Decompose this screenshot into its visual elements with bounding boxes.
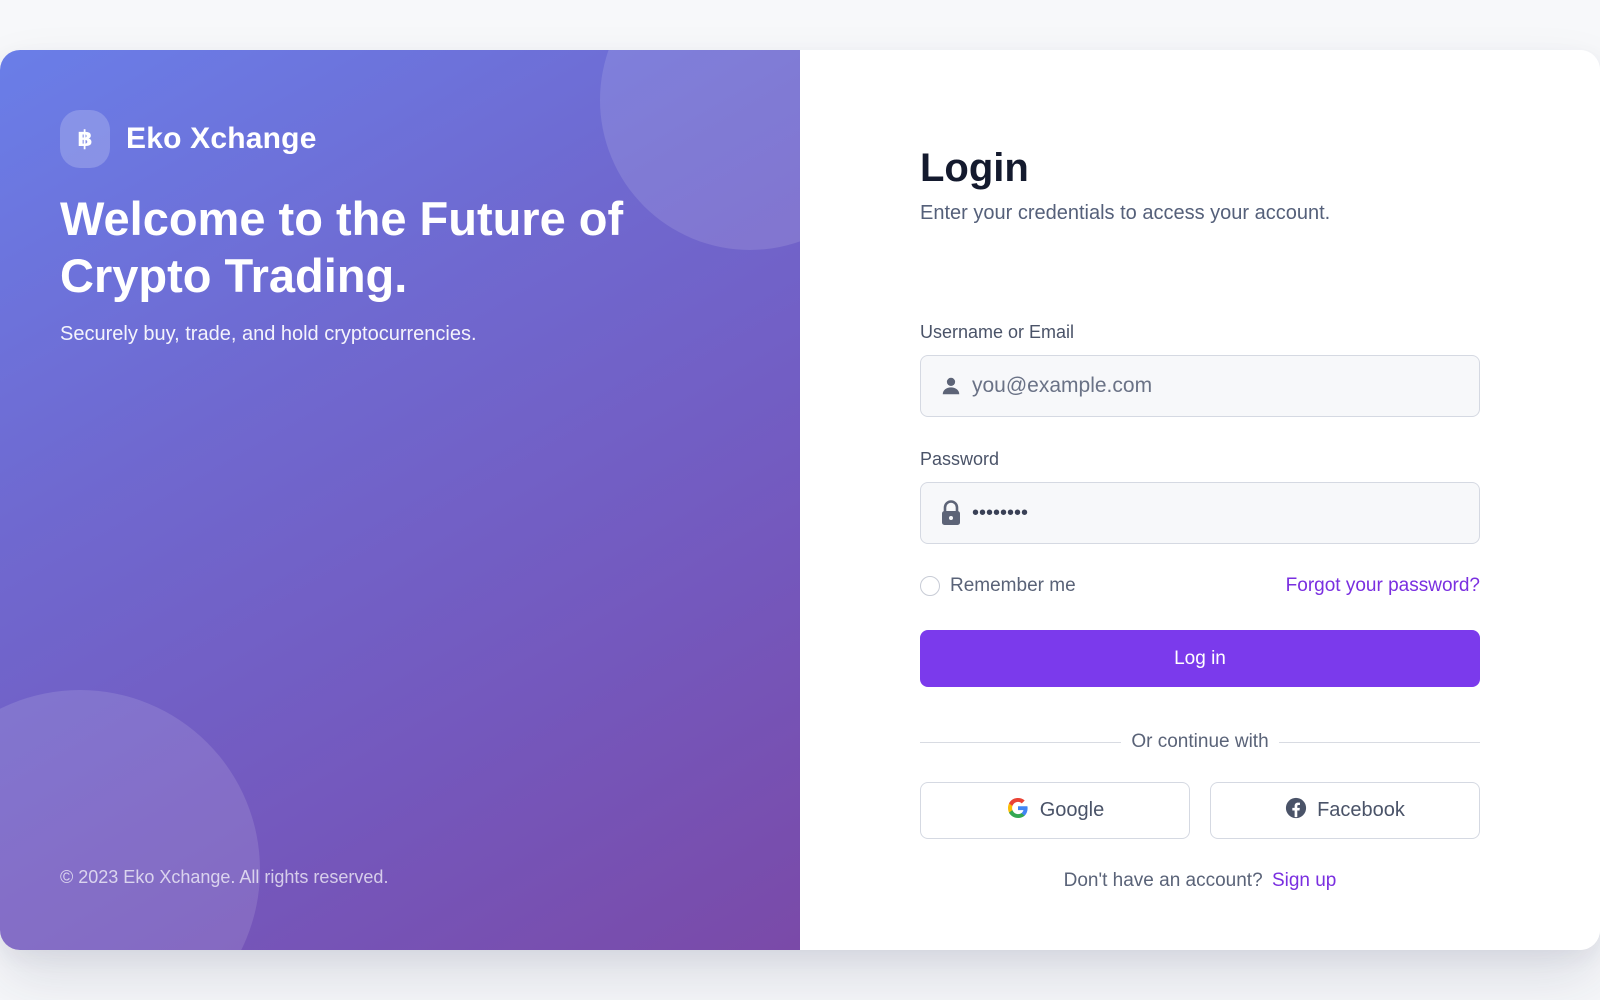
user-icon <box>940 375 962 397</box>
username-label: Username or Email <box>920 322 1075 342</box>
brand: ฿ Eko Xchange <box>60 110 317 168</box>
form-panel: Login Enter your credentials to access y… <box>800 50 1600 950</box>
decorative-circle-bottom <box>0 690 260 950</box>
google-login-button[interactable]: Google <box>920 782 1190 839</box>
divider-line-left <box>920 741 1122 743</box>
password-label: Password <box>920 449 1000 469</box>
login-subtitle: Enter your credentials to access your ac… <box>920 202 1331 224</box>
brand-name: Eko Xchange <box>126 122 317 155</box>
signup-link[interactable]: Sign up <box>1272 870 1336 891</box>
lock-icon <box>940 500 962 525</box>
facebook-label: Facebook <box>1317 799 1405 821</box>
remember-checkbox[interactable] <box>920 576 940 596</box>
signup-prompt: Don't have an account? <box>1063 870 1263 891</box>
login-card: ฿ Eko Xchange Welcome to the Future of C… <box>0 50 1600 950</box>
username-field[interactable] <box>920 355 1480 417</box>
forgot-password-link[interactable]: Forgot your password? <box>1286 575 1480 597</box>
login-button[interactable]: Log in <box>920 630 1480 687</box>
remember-label: Remember me <box>950 575 1076 596</box>
password-input[interactable]: •••••••• <box>972 502 1028 525</box>
copyright: © 2023 Eko Xchange. All rights reserved. <box>60 867 389 887</box>
divider-line-right <box>1278 741 1481 743</box>
facebook-login-button[interactable]: Facebook <box>1210 782 1480 839</box>
social-divider: Or continue with <box>920 730 1481 754</box>
hero-title: Welcome to the Future of Crypto Trading. <box>60 192 624 302</box>
hero-subtitle: Securely buy, trade, and hold cryptocurr… <box>60 323 477 345</box>
hero-panel: ฿ Eko Xchange Welcome to the Future of C… <box>0 50 800 950</box>
google-icon <box>1006 796 1030 826</box>
password-field[interactable]: •••••••• <box>920 482 1480 544</box>
login-title: Login <box>920 146 1029 190</box>
remember-me[interactable]: Remember me <box>920 575 1076 597</box>
facebook-icon <box>1285 797 1307 825</box>
form-options: Remember me Forgot your password? <box>920 574 1480 598</box>
bitcoin-icon: ฿ <box>60 110 110 168</box>
login-form: Login Enter your credentials to access y… <box>920 142 1481 891</box>
divider-text: Or continue with <box>1131 731 1269 752</box>
signup-row: Don't have an account? Sign up <box>920 870 1480 892</box>
google-label: Google <box>1039 799 1105 821</box>
username-input[interactable] <box>972 374 1452 398</box>
